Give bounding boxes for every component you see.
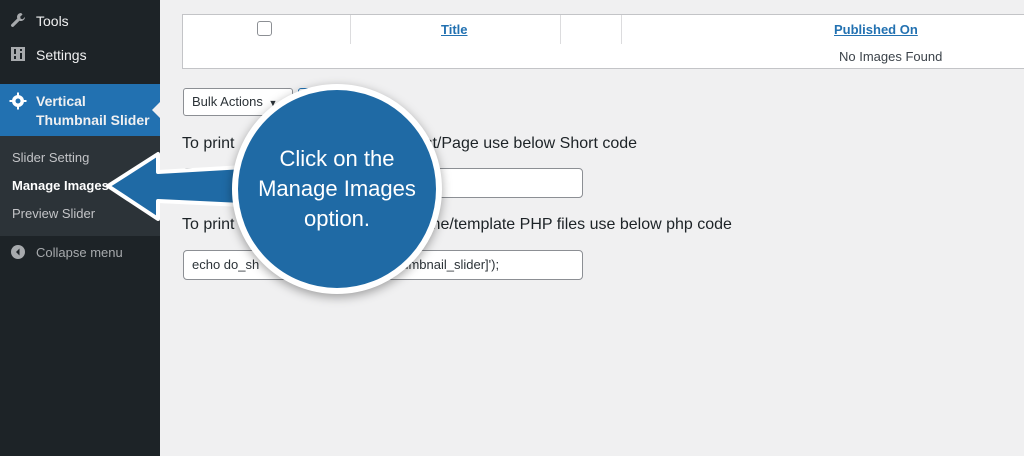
column-divider [621, 15, 622, 44]
column-divider [350, 15, 351, 44]
column-divider [560, 15, 561, 44]
empty-table-message: No Images Found [839, 49, 943, 64]
callout-text: Click on the Manage Images option. [258, 146, 416, 231]
callout-bubble: Click on the Manage Images option. [232, 84, 442, 294]
table-header: Title Published On [183, 15, 1024, 44]
column-published-on-link[interactable]: Published On [834, 22, 918, 37]
column-title-link[interactable]: Title [441, 22, 468, 37]
php-heading-right: s theme/template PHP files use below php… [392, 216, 732, 233]
images-table: Title Published On No Images Found [182, 14, 1024, 69]
